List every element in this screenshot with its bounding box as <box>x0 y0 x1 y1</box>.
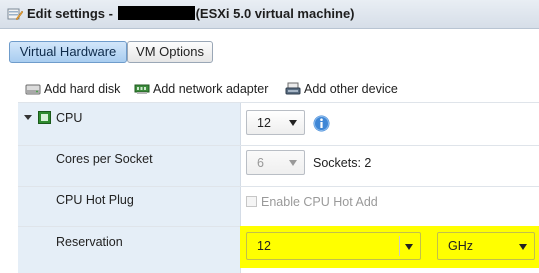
cores-per-socket-label: Cores per Socket <box>56 152 153 166</box>
sockets-count-text: Sockets: 2 <box>313 156 372 170</box>
chevron-down-icon <box>519 244 527 250</box>
chevron-down-icon <box>405 244 413 250</box>
window-titlebar: Edit settings - (ESXi 5.0 virtual machin… <box>0 0 539 29</box>
edit-settings-icon <box>7 8 23 21</box>
cpu-count-select[interactable]: 12 <box>246 110 305 135</box>
expand-collapse-triangle-icon[interactable] <box>24 114 32 122</box>
cpu-label-cell <box>18 103 241 145</box>
network-adapter-icon <box>134 84 150 94</box>
reservation-unit-value: GHz <box>448 239 473 253</box>
title-prefix: Edit settings - <box>27 6 117 21</box>
cpu-icon <box>38 111 51 124</box>
combobox-separator <box>399 236 400 256</box>
reservation-value-combobox[interactable]: 12 <box>246 232 421 260</box>
cpu-label: CPU <box>56 111 83 125</box>
cores-per-socket-select[interactable]: 6 <box>246 150 305 175</box>
add-other-device-button[interactable]: Add other device <box>285 80 398 98</box>
tab-vm-options[interactable]: VM Options <box>127 41 213 63</box>
cpu-hot-plug-label: CPU Hot Plug <box>56 193 134 207</box>
info-icon[interactable] <box>313 115 330 132</box>
add-network-adapter-button[interactable]: Add network adapter <box>134 80 269 98</box>
hard-disk-icon <box>25 84 41 95</box>
reservation-label-cell <box>18 227 241 273</box>
chevron-down-icon <box>289 120 297 126</box>
window-title: Edit settings - (ESXi 5.0 virtual machin… <box>27 6 355 21</box>
reservation-unit-select[interactable]: GHz <box>437 232 535 260</box>
reservation-label: Reservation <box>56 235 123 249</box>
enable-cpu-hot-add-checkbox[interactable] <box>246 196 257 207</box>
tab-virtual-hardware[interactable]: Virtual Hardware <box>9 41 127 63</box>
cpu-count-value: 12 <box>257 116 271 130</box>
add-hard-disk-button[interactable]: Add hard disk <box>25 80 125 98</box>
redacted-vm-name <box>117 6 195 20</box>
cores-per-socket-value: 6 <box>257 156 264 170</box>
other-device-icon <box>285 82 301 95</box>
reservation-value: 12 <box>257 239 271 253</box>
title-suffix: (ESXi 5.0 virtual machine) <box>195 6 355 21</box>
enable-cpu-hot-add-label: Enable CPU Hot Add <box>261 195 378 209</box>
add-network-adapter-label: Add network adapter <box>153 82 269 96</box>
add-hard-disk-label: Add hard disk <box>44 82 121 96</box>
add-other-device-label: Add other device <box>304 82 398 96</box>
chevron-down-icon <box>289 160 297 166</box>
